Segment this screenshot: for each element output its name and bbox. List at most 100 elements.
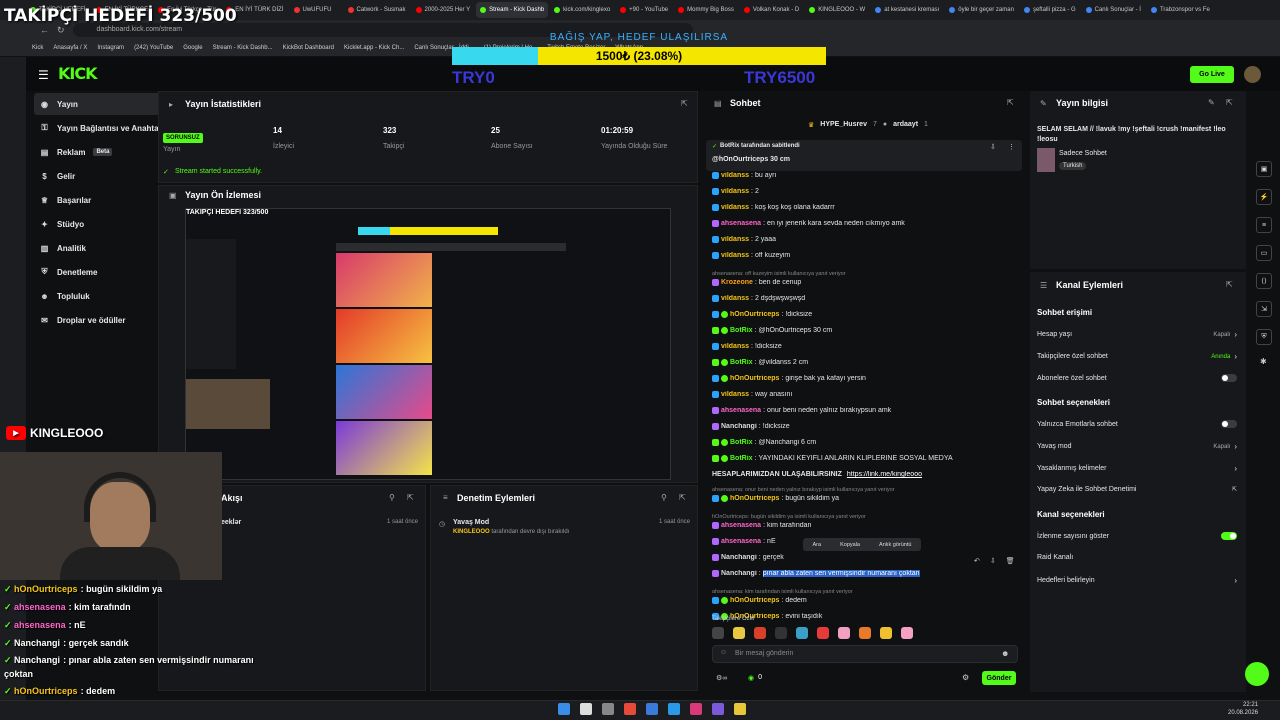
chat-message[interactable]: hOnOurtriceps: girişe bak ya kafayı yersi… — [712, 375, 1024, 382]
chat-username[interactable]: Krozeone — [721, 279, 753, 286]
chat-username[interactable]: hOnOurtriceps — [730, 597, 779, 604]
shield-icon[interactable]: ⛨ — [1256, 329, 1272, 345]
chat-username[interactable]: vildanss — [721, 236, 749, 243]
bookmark-item[interactable]: (242) YouTube — [134, 45, 173, 51]
emote-icon[interactable] — [838, 627, 850, 639]
bookmark-item[interactable]: Google — [183, 45, 202, 51]
chat-message[interactable]: Nanchangi: pınar abla zaten sen vermişsin… — [712, 570, 1024, 577]
chat-username[interactable]: vildanss — [721, 188, 749, 195]
browser-tab[interactable]: KINGLEOOO - W — [805, 2, 869, 18]
setting-value[interactable] — [1221, 374, 1237, 382]
sidebar-item[interactable]: ♕ Başarılar — [34, 189, 176, 211]
reply-icon[interactable]: ↶ — [974, 557, 980, 565]
stream-preview[interactable]: TAKİPÇİ HEDEFİ 323/500 — [185, 208, 671, 480]
setting-value[interactable]: › — [1234, 576, 1237, 585]
chat-message[interactable]: hOnOurtriceps: evini taşıdık — [712, 613, 1024, 620]
setting-row[interactable]: Raid Kanalı — [1037, 554, 1237, 561]
settings-icon[interactable]: ✱ — [1260, 357, 1267, 366]
avatar[interactable] — [1244, 66, 1261, 83]
support-button[interactable] — [1245, 662, 1269, 686]
sidebar-item[interactable]: ▥Analitik⌄ — [34, 237, 176, 259]
sidebar-item[interactable]: ✦Stüdyo⌄ — [34, 213, 176, 235]
setting-row[interactable]: Hedefleri belirleyin › — [1037, 576, 1237, 585]
setting-row[interactable]: Takipçilere özel sohbet Anında › — [1037, 352, 1237, 361]
bookmark-item[interactable]: Kicklet.app - Kick Ch... — [344, 45, 404, 51]
emote-icon[interactable] — [775, 627, 787, 639]
chat-username[interactable]: hOnOurtriceps — [730, 311, 779, 318]
chat-username[interactable]: Nanchangi — [721, 570, 757, 577]
popout-icon[interactable]: ⇱ — [1226, 280, 1233, 289]
chat-username[interactable]: ahsenasena — [721, 220, 761, 227]
back-icon[interactable]: ← — [40, 25, 49, 35]
chat-message[interactable]: vildanss: koş koş koş olana kadarrr — [712, 204, 1024, 211]
chat-username[interactable]: BotRix — [730, 455, 753, 462]
filter-icon[interactable]: ⚲ — [389, 493, 395, 502]
chat-message[interactable]: hOnOurtriceps: bugün sikildim ya — [712, 495, 1024, 502]
emoji-icon[interactable]: ☺ — [720, 649, 727, 656]
pinned-message[interactable]: ✓ BotRix tarafından sabitlendi @hOnOurtri… — [706, 140, 1022, 171]
expand-icon[interactable]: ⇲ — [1256, 301, 1272, 317]
video-thumbnail[interactable] — [336, 309, 432, 363]
taskbar-app-icon[interactable] — [602, 703, 614, 715]
video-thumbnail[interactable] — [336, 365, 432, 419]
chat-message[interactable]: ahsenasena: kim tarafından — [712, 522, 1024, 529]
go-live-button[interactable]: Go Live — [1190, 66, 1234, 83]
ctx-search[interactable]: Ara — [813, 542, 822, 548]
emote-icon[interactable] — [859, 627, 871, 639]
more-icon[interactable]: ⋮ — [1008, 143, 1015, 151]
chat-message[interactable]: BotRix: @Nanchangi 6 cm — [712, 439, 1024, 446]
send-button[interactable]: Gönder — [982, 671, 1016, 685]
chat-username[interactable]: BotRix — [730, 359, 753, 366]
browser-tab[interactable]: +90 - YouTube — [616, 2, 672, 18]
chat-username[interactable]: vildanss — [721, 204, 749, 211]
emote-icon[interactable] — [901, 627, 913, 639]
list-icon[interactable]: ≡ — [1256, 217, 1272, 233]
popout-icon[interactable]: ⇱ — [1226, 98, 1233, 107]
chat-username[interactable]: BotRix — [730, 439, 753, 446]
browser-tab[interactable]: 2000-2025 Her Y — [412, 2, 475, 18]
browser-tab[interactable]: Catwork - Susmak — [344, 2, 410, 18]
taskbar-app-icon[interactable] — [580, 703, 592, 715]
popout-icon[interactable]: ⇱ — [407, 493, 414, 502]
chat-message[interactable]: Nanchangi: !dicksize — [712, 423, 1024, 430]
dashboard-icon[interactable]: ▣ — [1256, 161, 1272, 177]
edit-icon[interactable]: ✎ — [1208, 98, 1215, 107]
emote-icon[interactable] — [754, 627, 766, 639]
browser-tab[interactable]: Trabzonspor vs Fe — [1147, 2, 1214, 18]
chat-username[interactable]: vildanss — [721, 252, 749, 259]
code-icon[interactable]: ⟨⟩ — [1256, 273, 1272, 289]
sidebar-item[interactable]: ⛨ Denetleme — [34, 261, 176, 283]
sidebar-item[interactable]: ☻Topluluk⌄ — [34, 285, 176, 307]
bookmark-item[interactable]: Instagram — [97, 45, 124, 51]
bookmark-item[interactable]: Kick — [32, 45, 43, 51]
bookmark-item[interactable]: Stream - Kick Dashb... — [213, 45, 273, 51]
taskbar-app-icon[interactable] — [668, 703, 680, 715]
chat-input[interactable]: Bir mesaj gönderin — [712, 645, 1018, 663]
setting-value[interactable]: › — [1234, 464, 1237, 473]
chat-message[interactable]: vildanss: off kuzeyim — [712, 252, 1024, 259]
taskbar-app-icon[interactable] — [712, 703, 724, 715]
chat-message[interactable]: vildanss: !dicksize — [712, 343, 1024, 350]
reload-icon[interactable]: ↻ — [57, 25, 65, 36]
taskbar-app-icon[interactable] — [624, 703, 636, 715]
chat-username[interactable]: vildanss — [721, 391, 749, 398]
chat-username[interactable]: hOnOurtriceps — [730, 495, 779, 502]
chat-username[interactable]: vildanss — [721, 295, 749, 302]
taskbar-app-icon[interactable] — [646, 703, 658, 715]
chat-message[interactable]: BotRix: YAYINDAKİ KEYİFLİ ANLARIN KLİPLER… — [712, 455, 1024, 462]
setting-row[interactable]: Yalnızca Emotlarla sohbet — [1037, 420, 1237, 428]
chat-message[interactable]: hOnOurtriceps: dedem — [712, 597, 1024, 604]
chat-username[interactable]: Nanchangi — [721, 554, 757, 561]
ctx-snapshot[interactable]: Anlık görüntü — [879, 542, 911, 548]
taskbar-app-icon[interactable] — [734, 703, 746, 715]
browser-tab[interactable]: şeftalli pizza - G — [1020, 2, 1080, 18]
setting-value[interactable] — [1221, 420, 1237, 428]
sidebar-item[interactable]: ✉ Droplar ve ödüller — [34, 309, 176, 331]
pin-icon[interactable]: ⇩ — [990, 557, 996, 565]
taskbar-app-icon[interactable] — [558, 703, 570, 715]
sidebar-item[interactable]: ◉ Yayın — [34, 93, 176, 115]
setting-row[interactable]: Yavaş mod Kapalı › — [1037, 442, 1237, 451]
unpin-icon[interactable]: ⇩ — [990, 143, 996, 151]
browser-tab[interactable]: öyle bir geçer zaman — [945, 2, 1018, 18]
tag-badge[interactable]: Turkish — [1059, 162, 1087, 170]
